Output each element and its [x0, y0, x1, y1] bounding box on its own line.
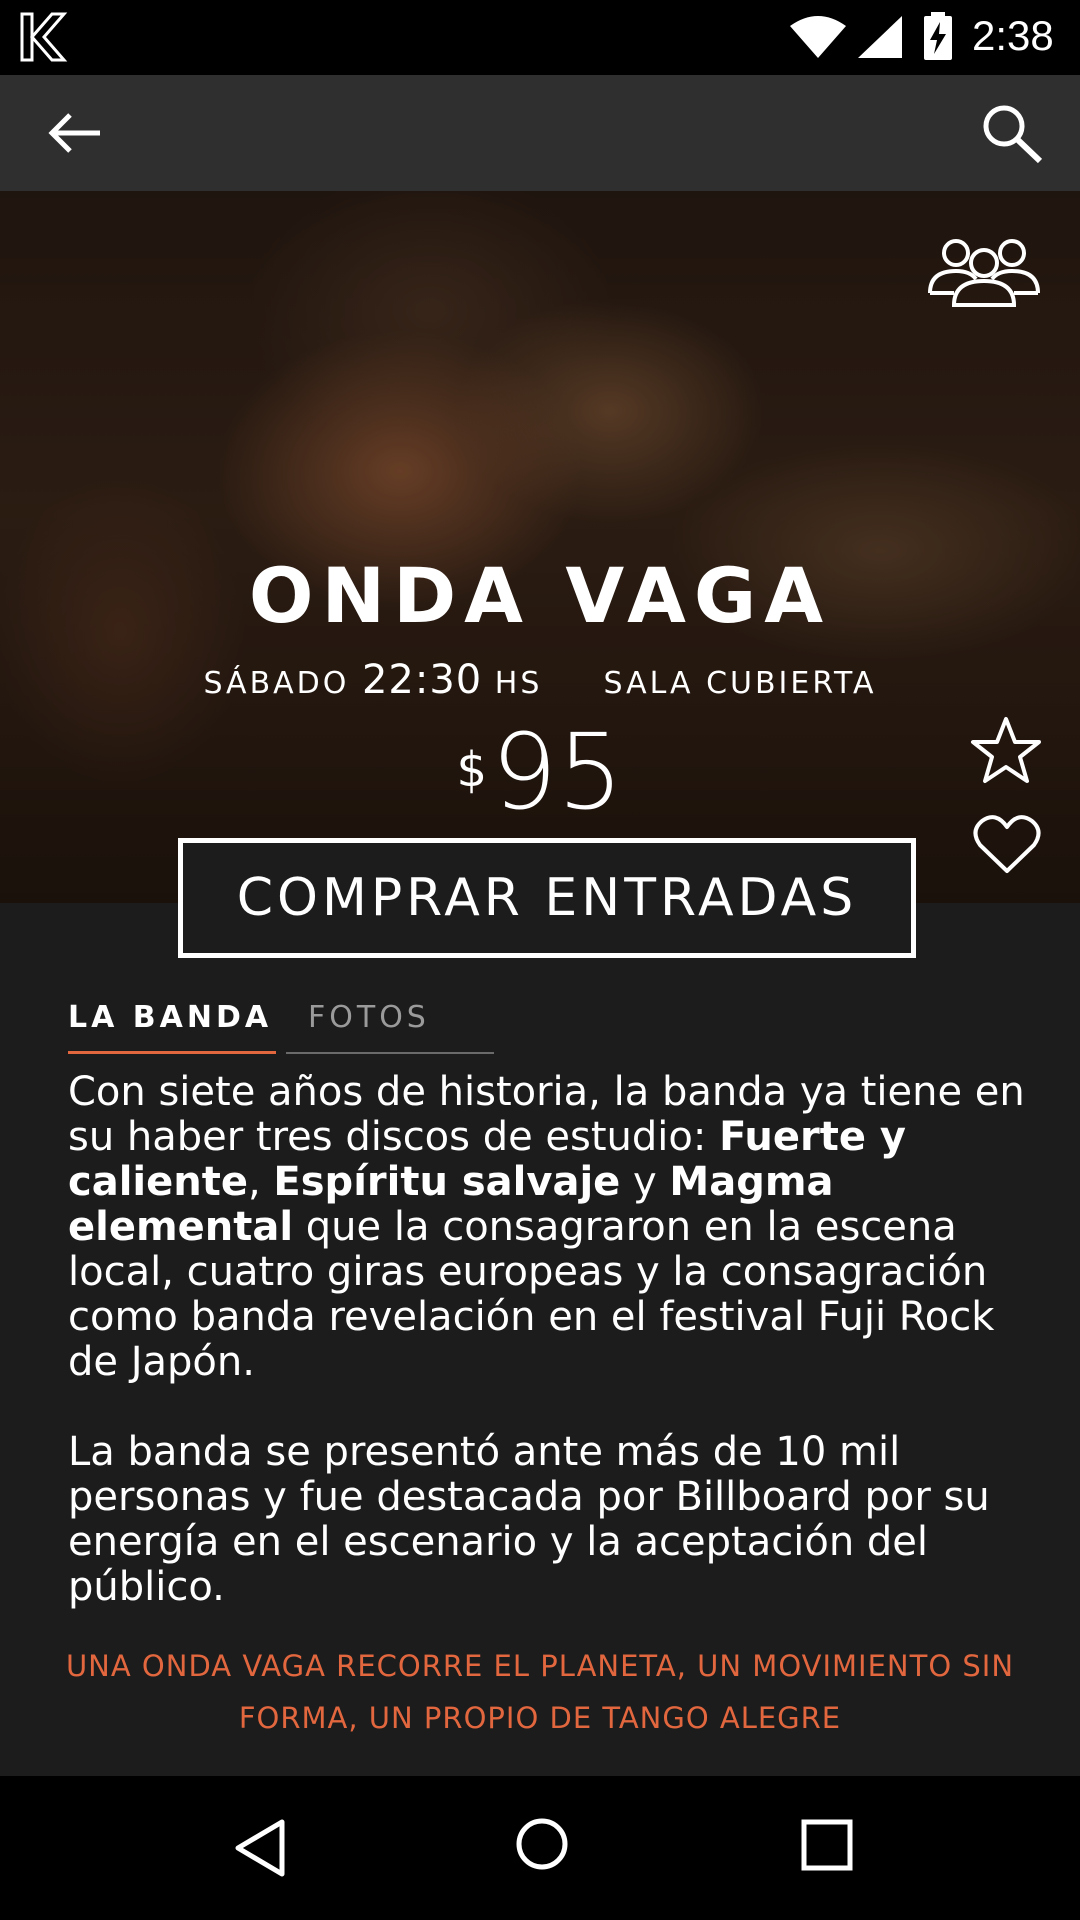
event-day: SÁBADO [203, 666, 350, 701]
heart-outline-icon [973, 815, 1041, 873]
hero-image: ONDA VAGA SÁBADO 22:30 HS SALA CUBIERTA … [0, 191, 1080, 903]
tab-la-banda[interactable]: LA BANDA [68, 996, 276, 1054]
nav-back-icon [235, 1819, 285, 1877]
description-paragraph-1: Con siete años de historia, la banda ya … [68, 1069, 1025, 1385]
navigation-bar [0, 1776, 1080, 1920]
like-button[interactable] [972, 813, 1042, 875]
price-amount: 95 [491, 711, 624, 833]
price-currency: $ [456, 742, 488, 798]
band-description: Con siete años de historia, la banda ya … [68, 1070, 1028, 1655]
wifi-icon [790, 16, 846, 58]
nav-recent-button[interactable] [800, 1818, 854, 1872]
event-title: ONDA VAGA [248, 551, 832, 640]
arrow-left-icon [48, 113, 100, 153]
star-outline-icon [971, 717, 1041, 783]
search-icon [983, 105, 1043, 164]
event-price: $95 [0, 711, 1080, 833]
event-venue: SALA CUBIERTA [603, 666, 877, 701]
status-bar: 2:38 [0, 0, 1080, 75]
event-time-suffix: HS [494, 666, 543, 701]
nav-back-button[interactable] [230, 1816, 290, 1880]
signal-icon [858, 16, 902, 58]
back-button[interactable] [40, 103, 116, 163]
app-logo-icon [20, 12, 68, 62]
description-paragraph-2: La banda se presentó ante más de 10 mil … [68, 1429, 990, 1610]
event-time: 22:30 [361, 657, 483, 703]
toolbar [0, 75, 1080, 191]
buy-tickets-button[interactable]: COMPRAR ENTRADAS [178, 838, 916, 958]
search-button[interactable] [978, 101, 1048, 167]
event-info: SÁBADO 22:30 HS SALA CUBIERTA [0, 657, 1080, 703]
battery-charging-icon [924, 12, 952, 60]
nav-home-icon [516, 1818, 568, 1870]
nav-home-button[interactable] [514, 1816, 570, 1872]
nav-recent-icon [801, 1819, 853, 1871]
tagline: UNA ONDA VAGA RECORRE EL PLANETA, UN MOV… [65, 1649, 1015, 1735]
tab-fotos[interactable]: FOTOS [286, 996, 494, 1054]
status-time: 2:38 [972, 12, 1054, 59]
album-name: Espíritu salvaje [273, 1159, 621, 1205]
group-button[interactable] [926, 235, 1042, 307]
group-icon [928, 239, 1040, 307]
favorite-button[interactable] [970, 715, 1042, 787]
